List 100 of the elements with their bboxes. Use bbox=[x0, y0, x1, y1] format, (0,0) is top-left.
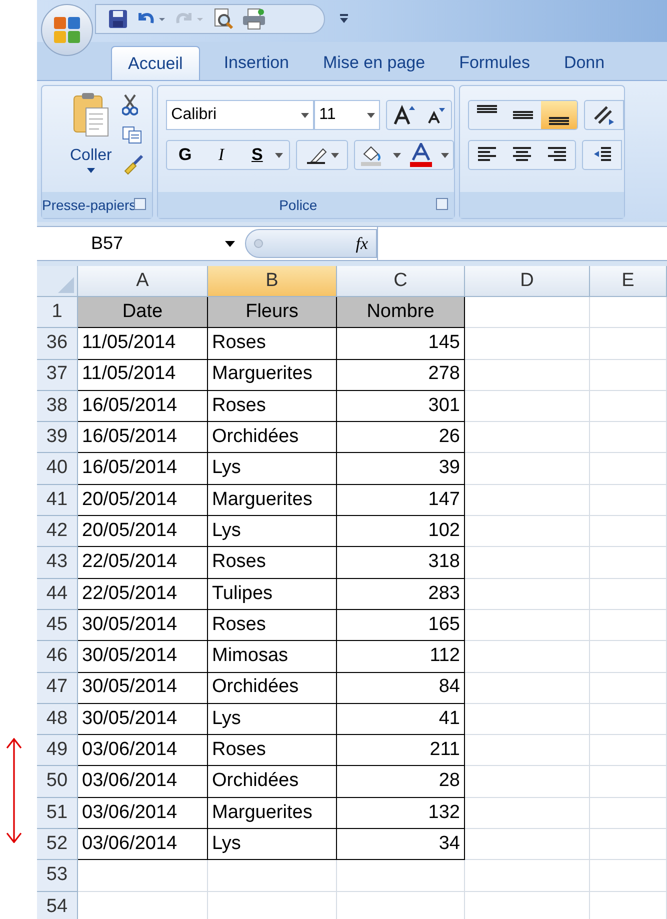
row-header[interactable]: 38 bbox=[37, 390, 78, 422]
align-center-icon bbox=[512, 146, 532, 164]
caret-icon bbox=[392, 152, 401, 158]
table-cell: 34 bbox=[337, 829, 465, 860]
italic-button[interactable]: I bbox=[203, 142, 240, 168]
table-cell: 41 bbox=[337, 704, 465, 736]
font-name-dropdown[interactable]: Calibri bbox=[166, 100, 314, 130]
row-header[interactable]: 54 bbox=[37, 892, 78, 919]
caret-icon[interactable] bbox=[275, 152, 284, 158]
print-preview-icon[interactable] bbox=[212, 8, 234, 30]
scissors-icon[interactable] bbox=[122, 94, 138, 116]
table-cell: 28 bbox=[337, 766, 465, 798]
table-cell: 132 bbox=[337, 798, 465, 830]
row-header[interactable]: 42 bbox=[37, 516, 78, 548]
decrease-indent-icon bbox=[592, 146, 612, 164]
row-header[interactable]: 40 bbox=[37, 453, 78, 485]
row-header[interactable]: 1 bbox=[37, 297, 78, 328]
column-header[interactable]: C bbox=[337, 266, 465, 297]
grow-font-icon bbox=[393, 105, 416, 125]
ribbon-tab[interactable]: Formules bbox=[449, 46, 540, 80]
table-cell: 03/06/2014 bbox=[78, 735, 208, 766]
dialog-launcher-icon[interactable] bbox=[436, 198, 448, 210]
corner-triangle-icon bbox=[58, 277, 74, 293]
insert-function-button[interactable]: fx bbox=[356, 230, 368, 256]
table-cell: 278 bbox=[337, 360, 465, 391]
row-header[interactable]: 43 bbox=[37, 547, 78, 579]
row-header[interactable]: 49 bbox=[37, 735, 78, 766]
table-cell: Lys bbox=[208, 453, 337, 485]
column-header[interactable]: D bbox=[465, 266, 590, 297]
table-cell: 11/05/2014 bbox=[78, 360, 208, 391]
bold-button[interactable]: G bbox=[167, 142, 204, 168]
table-cell: 112 bbox=[337, 641, 465, 673]
table-cell: 283 bbox=[337, 578, 465, 610]
table-cell: 20/05/2014 bbox=[78, 484, 208, 516]
table-cell: 30/05/2014 bbox=[78, 641, 208, 673]
table-cell: Date bbox=[78, 297, 208, 328]
office-button[interactable] bbox=[41, 4, 93, 56]
save-icon[interactable] bbox=[108, 9, 128, 29]
horizontal-align-buttons[interactable] bbox=[468, 140, 576, 170]
font-color-icon bbox=[410, 143, 432, 167]
row-header[interactable]: 52 bbox=[37, 829, 78, 860]
paste-button[interactable]: Coller bbox=[70, 92, 112, 173]
shrink-font-icon bbox=[427, 106, 446, 124]
table-cell: 102 bbox=[337, 516, 465, 548]
font-size-buttons[interactable] bbox=[386, 100, 452, 130]
orientation-button[interactable] bbox=[584, 100, 624, 130]
row-header[interactable]: 48 bbox=[37, 704, 78, 736]
row-header[interactable]: 39 bbox=[37, 422, 78, 454]
name-box[interactable]: B57 bbox=[37, 227, 245, 260]
ribbon-tab[interactable]: Mise en page bbox=[313, 46, 436, 80]
table-cell: Orchidées bbox=[208, 422, 337, 454]
table-cell: Nombre bbox=[337, 297, 465, 328]
indent-button[interactable] bbox=[582, 140, 622, 170]
row-header[interactable]: 36 bbox=[37, 328, 78, 360]
column-header[interactable]: E bbox=[590, 266, 667, 297]
ribbon-tab[interactable]: Donn bbox=[554, 46, 615, 80]
ribbon-tab[interactable]: Accueil bbox=[111, 46, 200, 80]
angled-text-icon bbox=[593, 105, 616, 125]
table-cell: 301 bbox=[337, 390, 465, 422]
row-header[interactable]: 51 bbox=[37, 798, 78, 830]
caret-icon bbox=[367, 112, 376, 118]
row-header[interactable]: 47 bbox=[37, 672, 78, 704]
cell-reference: B57 bbox=[91, 232, 124, 255]
row-header[interactable]: 41 bbox=[37, 484, 78, 516]
table-cell: 03/06/2014 bbox=[78, 829, 208, 860]
align-bottom-button[interactable] bbox=[541, 101, 578, 129]
column-header[interactable]: B bbox=[208, 266, 337, 297]
ribbon-tab[interactable]: Insertion bbox=[214, 46, 300, 80]
underline-button[interactable]: S bbox=[239, 142, 276, 168]
table-cell: 84 bbox=[337, 672, 465, 704]
row-header[interactable]: 44 bbox=[37, 578, 78, 610]
table-cell: Orchidées bbox=[208, 672, 337, 704]
color-buttons[interactable] bbox=[354, 140, 454, 170]
copy-icon[interactable] bbox=[122, 126, 142, 144]
caret-icon bbox=[225, 240, 235, 246]
row-header[interactable]: 46 bbox=[37, 641, 78, 673]
paintbrush-icon[interactable] bbox=[122, 154, 144, 176]
column-header[interactable]: A bbox=[78, 266, 208, 297]
row-header[interactable]: 53 bbox=[37, 860, 78, 892]
table-cell: Marguerites bbox=[208, 360, 337, 391]
table-cell: Roses bbox=[208, 328, 337, 360]
border-button[interactable] bbox=[296, 140, 348, 170]
row-header[interactable]: 45 bbox=[37, 610, 78, 642]
table-cell: 318 bbox=[337, 547, 465, 579]
table-cell: 30/05/2014 bbox=[78, 610, 208, 642]
table-cell: Orchidées bbox=[208, 766, 337, 798]
expand-handle-icon[interactable] bbox=[254, 239, 263, 248]
table-cell: 16/05/2014 bbox=[78, 422, 208, 454]
table-cell: Lys bbox=[208, 516, 337, 548]
dialog-launcher-icon[interactable] bbox=[134, 198, 146, 210]
row-header[interactable]: 50 bbox=[37, 766, 78, 798]
customize-toolbar-icon[interactable] bbox=[339, 13, 349, 25]
fill-bucket-icon bbox=[360, 144, 384, 166]
table-cell: 03/06/2014 bbox=[78, 798, 208, 830]
printer-icon[interactable] bbox=[242, 8, 266, 30]
font-size-dropdown[interactable]: 11 bbox=[314, 100, 380, 130]
row-header[interactable]: 37 bbox=[37, 360, 78, 391]
table-cell: 165 bbox=[337, 610, 465, 642]
table-cell: Lys bbox=[208, 704, 337, 736]
caret-icon bbox=[86, 168, 95, 173]
